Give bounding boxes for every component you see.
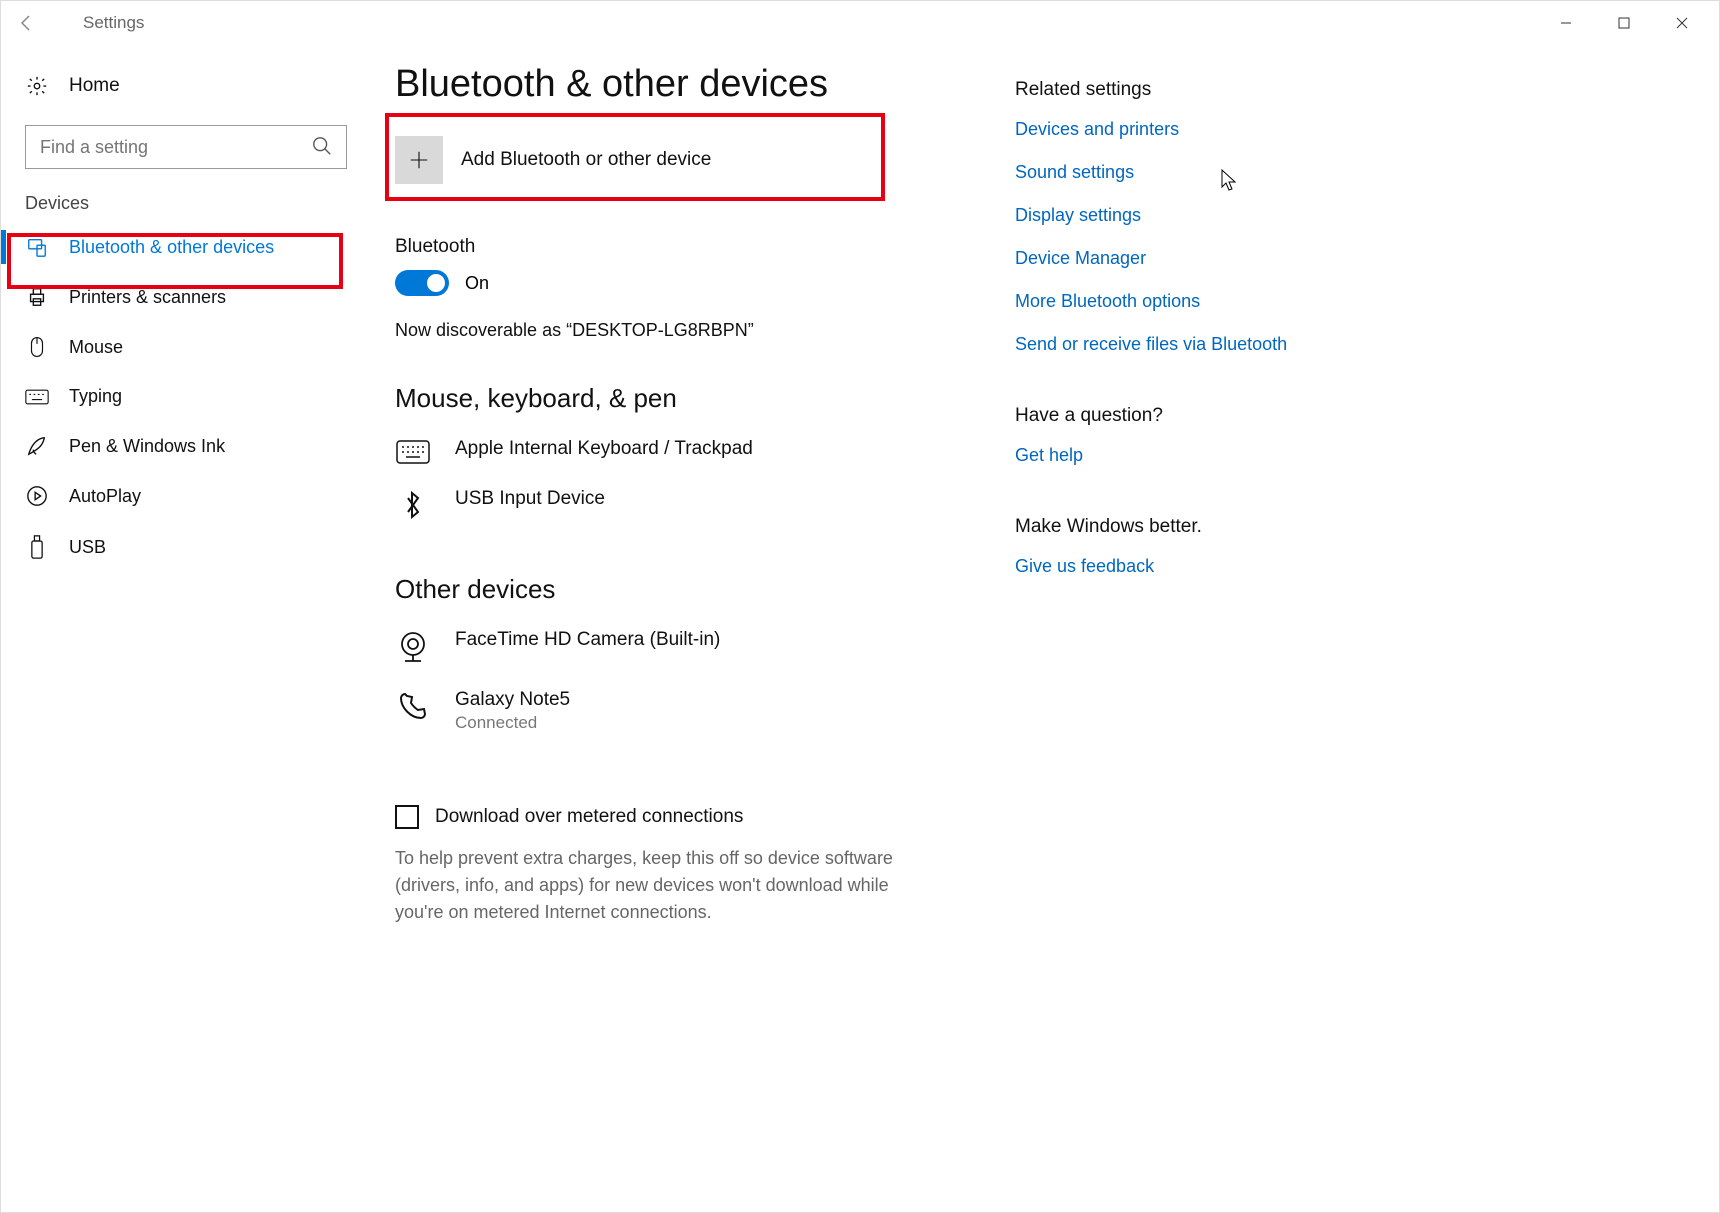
page-title: Bluetooth & other devices	[395, 63, 1015, 106]
sidebar-item-usb[interactable]: USB	[1, 521, 371, 573]
device-row[interactable]: Apple Internal Keyboard / Trackpad	[395, 426, 1015, 476]
right-panel: Related settings Devices and printers So…	[1015, 63, 1375, 1212]
plus-icon	[395, 136, 443, 184]
back-button[interactable]	[1, 1, 51, 45]
device-name: FaceTime HD Camera (Built-in)	[455, 629, 720, 651]
window-title: Settings	[83, 13, 144, 33]
link-devices-printers[interactable]: Devices and printers	[1015, 119, 1345, 140]
add-bluetooth-device-button[interactable]: Add Bluetooth or other device	[395, 126, 875, 194]
add-button-label: Add Bluetooth or other device	[461, 149, 711, 171]
gear-icon	[25, 75, 49, 97]
main-content: Bluetooth & other devices Add Bluetooth …	[395, 63, 1015, 1212]
device-name: USB Input Device	[455, 488, 605, 510]
sidebar-item-label: Printers & scanners	[69, 287, 226, 308]
metered-checkbox-row[interactable]: Download over metered connections	[395, 805, 1015, 829]
sidebar-item-label: Typing	[69, 386, 122, 407]
link-sound-settings[interactable]: Sound settings	[1015, 162, 1345, 183]
keyboard-icon	[25, 388, 49, 406]
sidebar-item-mouse[interactable]: Mouse	[1, 322, 371, 372]
sidebar-item-label: Bluetooth & other devices	[69, 237, 274, 258]
sidebar-item-typing[interactable]: Typing	[1, 372, 371, 421]
home-label: Home	[69, 75, 120, 97]
keyboard-icon	[395, 438, 431, 464]
link-display-settings[interactable]: Display settings	[1015, 205, 1345, 226]
bluetooth-icon	[395, 488, 431, 520]
bluetooth-state-label: On	[465, 273, 489, 294]
autoplay-icon	[25, 485, 49, 507]
printer-icon	[25, 286, 49, 308]
sidebar-item-label: Mouse	[69, 337, 123, 358]
maximize-button[interactable]	[1595, 8, 1653, 38]
device-status: Connected	[455, 713, 570, 733]
link-give-feedback[interactable]: Give us feedback	[1015, 556, 1345, 577]
bluetooth-heading: Bluetooth	[395, 236, 1015, 258]
pen-icon	[25, 435, 49, 457]
feedback-heading: Make Windows better.	[1015, 516, 1345, 538]
category-header: Devices	[1, 193, 371, 222]
related-settings-heading: Related settings	[1015, 79, 1345, 101]
device-name: Apple Internal Keyboard / Trackpad	[455, 438, 753, 460]
bluetooth-toggle[interactable]	[395, 270, 449, 296]
search-icon	[311, 135, 333, 162]
metered-help-text: To help prevent extra charges, keep this…	[395, 845, 895, 926]
sidebar: Home Devices Bluetooth & other devices P…	[1, 45, 371, 1212]
search-input[interactable]	[25, 125, 347, 169]
camera-icon	[395, 629, 431, 665]
minimize-button[interactable]	[1537, 8, 1595, 38]
sidebar-item-printers[interactable]: Printers & scanners	[1, 272, 371, 322]
metered-label: Download over metered connections	[435, 806, 743, 828]
bluetooth-devices-icon	[25, 236, 49, 258]
home-button[interactable]: Home	[1, 65, 371, 107]
device-row[interactable]: Galaxy Note5 Connected	[395, 677, 1015, 745]
sidebar-item-label: Pen & Windows Ink	[69, 436, 225, 457]
titlebar: Settings	[1, 1, 1719, 45]
mouse-icon	[25, 336, 49, 358]
search-field[interactable]	[25, 125, 347, 169]
checkbox-icon[interactable]	[395, 805, 419, 829]
link-send-receive-bluetooth[interactable]: Send or receive files via Bluetooth	[1015, 334, 1345, 355]
phone-icon	[395, 689, 431, 721]
sidebar-item-autoplay[interactable]: AutoPlay	[1, 471, 371, 521]
usb-icon	[25, 535, 49, 559]
sidebar-item-label: USB	[69, 537, 106, 558]
sidebar-item-label: AutoPlay	[69, 486, 141, 507]
sidebar-item-pen[interactable]: Pen & Windows Ink	[1, 421, 371, 471]
discoverable-text: Now discoverable as “DESKTOP-LG8RBPN”	[395, 320, 1015, 341]
mouse-keyboard-heading: Mouse, keyboard, & pen	[395, 383, 1015, 414]
close-button[interactable]	[1653, 8, 1711, 38]
question-heading: Have a question?	[1015, 405, 1345, 427]
other-devices-heading: Other devices	[395, 574, 1015, 605]
link-device-manager[interactable]: Device Manager	[1015, 248, 1345, 269]
sidebar-item-bluetooth-devices[interactable]: Bluetooth & other devices	[1, 222, 371, 272]
link-get-help[interactable]: Get help	[1015, 445, 1345, 466]
device-name: Galaxy Note5	[455, 689, 570, 711]
window-controls	[1537, 8, 1711, 38]
link-more-bluetooth[interactable]: More Bluetooth options	[1015, 291, 1345, 312]
device-row[interactable]: FaceTime HD Camera (Built-in)	[395, 617, 1015, 677]
device-row[interactable]: USB Input Device	[395, 476, 1015, 532]
